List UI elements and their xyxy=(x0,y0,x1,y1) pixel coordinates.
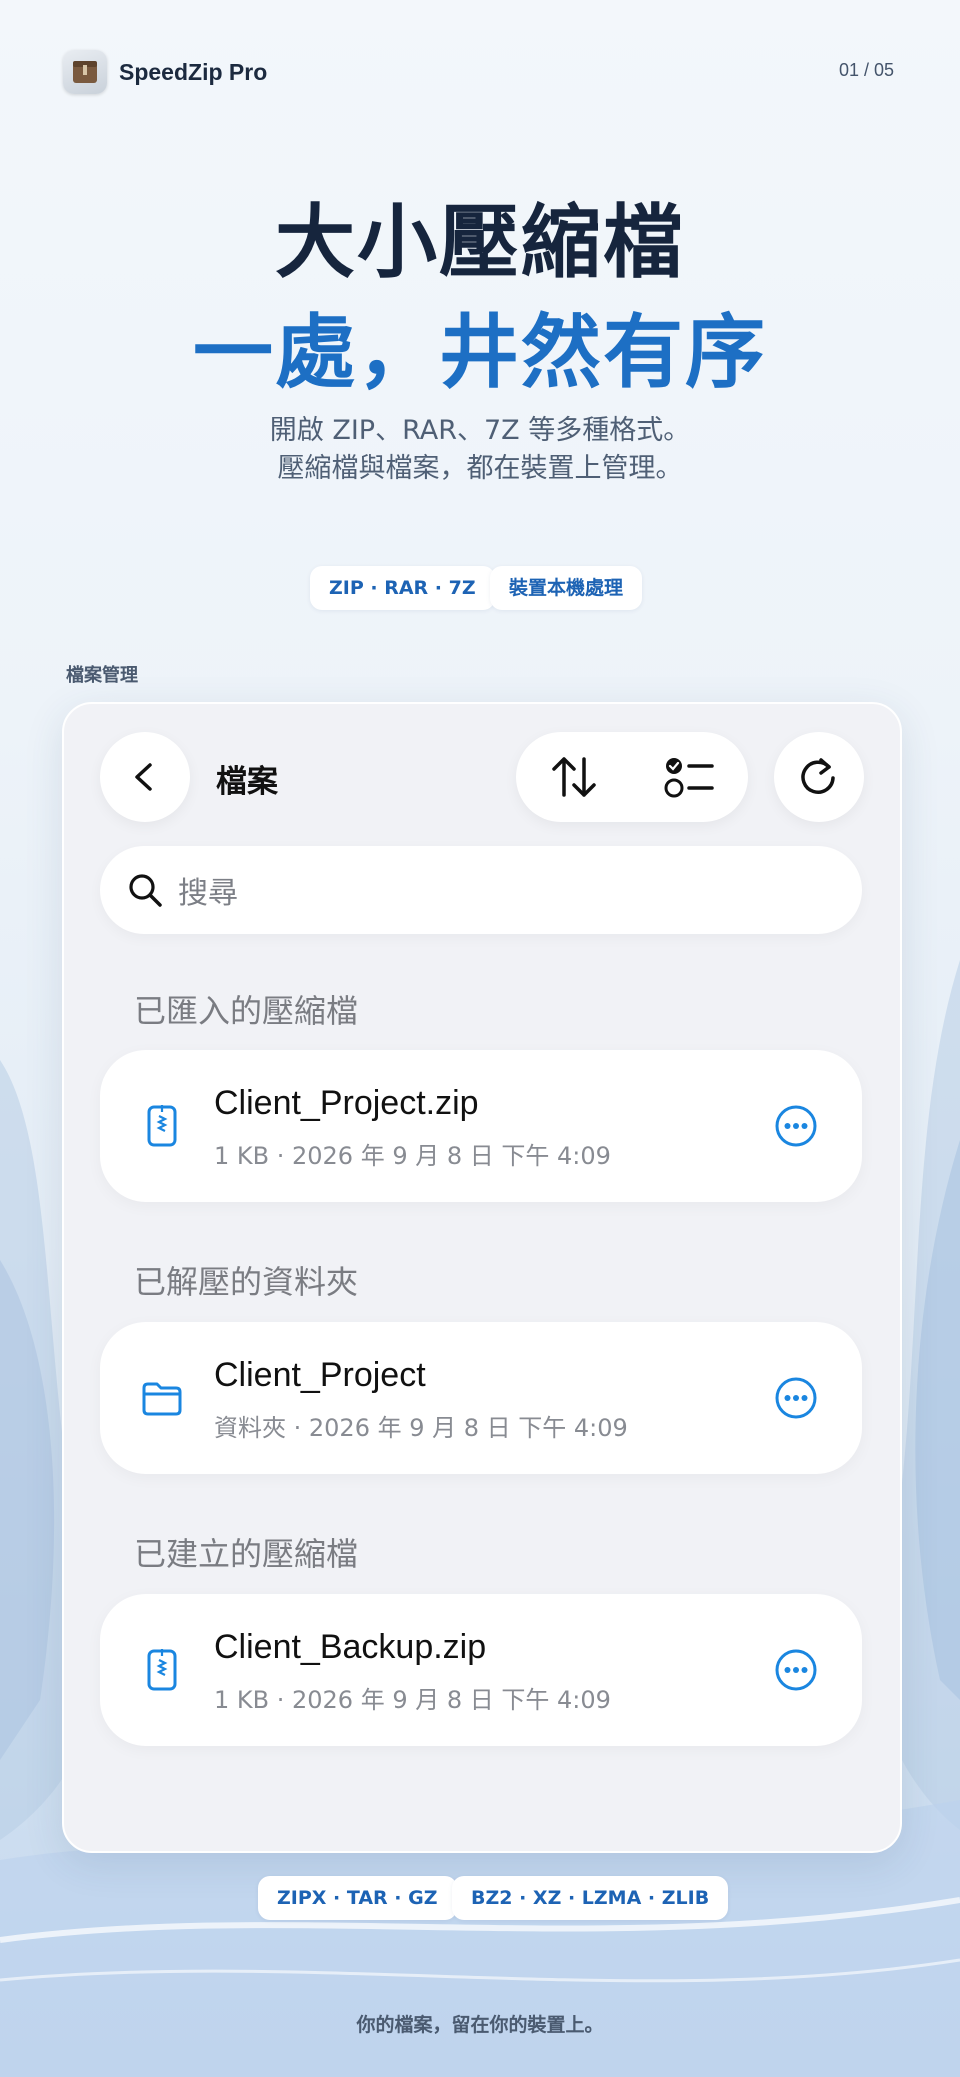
brand: SpeedZip Pro xyxy=(63,50,267,94)
file-name: Client_Backup.zip xyxy=(214,1628,487,1666)
brand-name: SpeedZip Pro xyxy=(119,58,268,85)
search-icon xyxy=(129,874,162,907)
sort-button[interactable] xyxy=(539,742,609,812)
format-pill-tertiary: BZ2 · XZ · LZMA · ZLIB xyxy=(452,1876,729,1920)
sort-arrows-icon xyxy=(552,757,596,797)
list-item[interactable]: Client_Project 資料夾 · 2026 年 9 月 8 日 下午 4… xyxy=(100,1322,862,1474)
subtitle-line-2: 壓縮檔與檔案，都在裝置上管理。 xyxy=(277,453,683,484)
refresh-button[interactable] xyxy=(774,732,864,822)
search-placeholder: 搜尋 xyxy=(178,876,238,911)
zip-file-icon xyxy=(147,1105,177,1147)
list-item[interactable]: Client_Project.zip 1 KB · 2026 年 9 月 8 日… xyxy=(100,1050,862,1202)
archive-box-icon xyxy=(63,50,107,94)
local-processing-pill: 裝置本機處理 xyxy=(490,566,643,610)
select-button[interactable] xyxy=(655,742,725,812)
app-screen: 檔案 搜尋 已匯入的壓縮檔 Client_Project.zip 1 KB · … xyxy=(62,702,902,1853)
zip-file-icon xyxy=(147,1649,177,1691)
format-pill: ZIP · RAR · 7Z xyxy=(310,566,495,610)
checklist-icon xyxy=(664,758,714,798)
page-indicator: 01 / 05 xyxy=(838,60,894,80)
file-meta: 1 KB · 2026 年 9 月 8 日 下午 4:09 xyxy=(214,1142,611,1170)
format-pill-secondary: ZIPX · TAR · GZ xyxy=(258,1876,457,1920)
more-options-icon[interactable] xyxy=(774,1376,818,1420)
search-field[interactable]: 搜尋 xyxy=(100,846,862,934)
footer-tagline: 你的檔案，留在你的裝置上。 xyxy=(356,2014,604,2036)
group-header-created: 已建立的壓縮檔 xyxy=(134,1535,359,1573)
folder-name: Client_Project xyxy=(214,1356,426,1394)
folder-meta: 資料夾 · 2026 年 9 月 8 日 下午 4:09 xyxy=(214,1414,628,1442)
toolbar-capsule xyxy=(516,732,748,822)
refresh-icon xyxy=(801,758,835,794)
group-header-extracted: 已解壓的資料夾 xyxy=(134,1263,359,1301)
group-header-imported: 已匯入的壓縮檔 xyxy=(134,992,359,1030)
section-tag: 檔案管理 xyxy=(66,665,138,686)
headline-line-2: 一處，井然有序 xyxy=(193,306,767,399)
more-options-icon[interactable] xyxy=(774,1104,818,1148)
more-options-icon[interactable] xyxy=(774,1648,818,1692)
back-button[interactable] xyxy=(100,732,190,822)
headline-line-1: 大小壓縮檔 xyxy=(275,196,685,289)
chevron-left-icon xyxy=(135,763,152,791)
file-name: Client_Project.zip xyxy=(214,1084,479,1122)
folder-icon xyxy=(142,1382,182,1416)
list-item[interactable]: Client_Backup.zip 1 KB · 2026 年 9 月 8 日 … xyxy=(100,1594,862,1746)
file-meta: 1 KB · 2026 年 9 月 8 日 下午 4:09 xyxy=(214,1686,611,1714)
subtitle-line-1: 開啟 ZIP、RAR、7Z 等多種格式。 xyxy=(269,415,691,446)
nav-title: 檔案 xyxy=(216,764,278,800)
